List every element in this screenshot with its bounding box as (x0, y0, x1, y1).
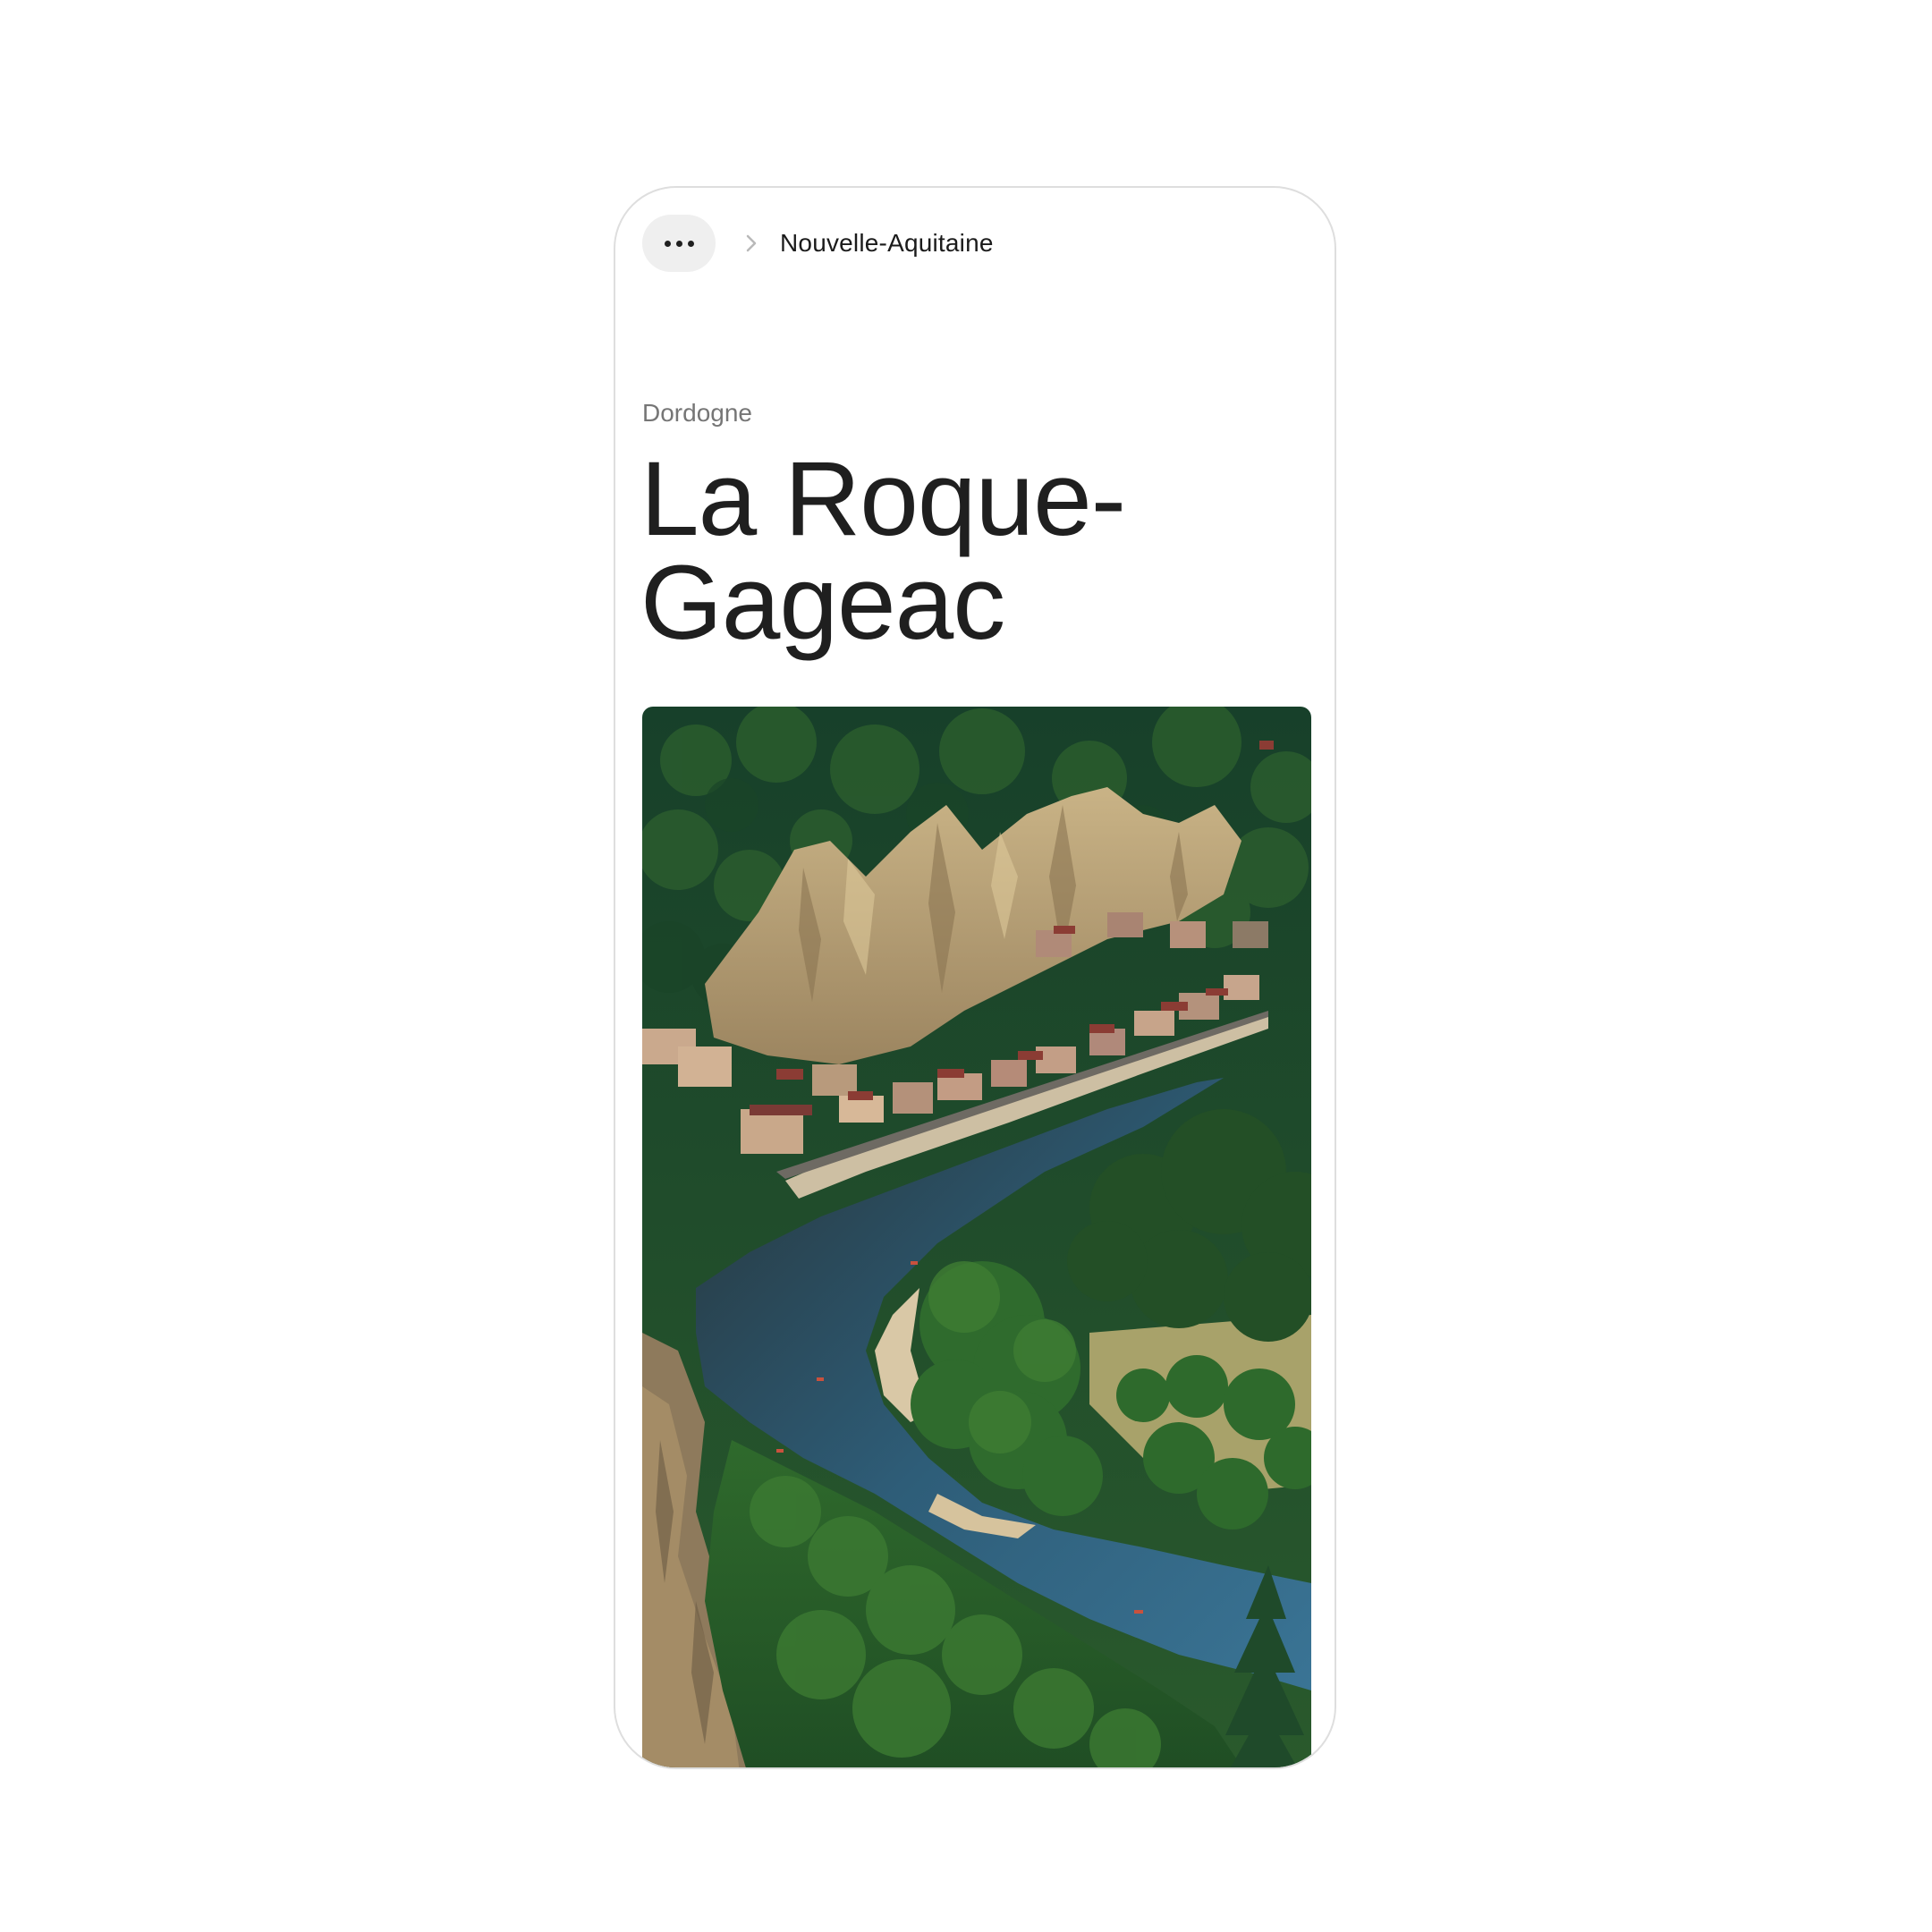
breadcrumb: Nouvelle-Aquitaine (642, 215, 994, 272)
phone-frame: Nouvelle-Aquitaine Dordogne La Roque-Gag… (614, 186, 1336, 1769)
page-eyebrow: Dordogne (642, 399, 752, 427)
page-title: La Roque-Gageac (640, 440, 1126, 662)
more-horizontal-icon (664, 240, 671, 247)
hero-photo (642, 707, 1311, 1767)
hero-photo-illustration (642, 707, 1311, 1767)
chevron-right-icon (741, 233, 762, 254)
more-horizontal-icon-dot (675, 240, 682, 247)
more-button[interactable] (642, 215, 716, 272)
more-horizontal-icon-dot (687, 240, 694, 247)
breadcrumb-link-region[interactable]: Nouvelle-Aquitaine (780, 229, 994, 258)
